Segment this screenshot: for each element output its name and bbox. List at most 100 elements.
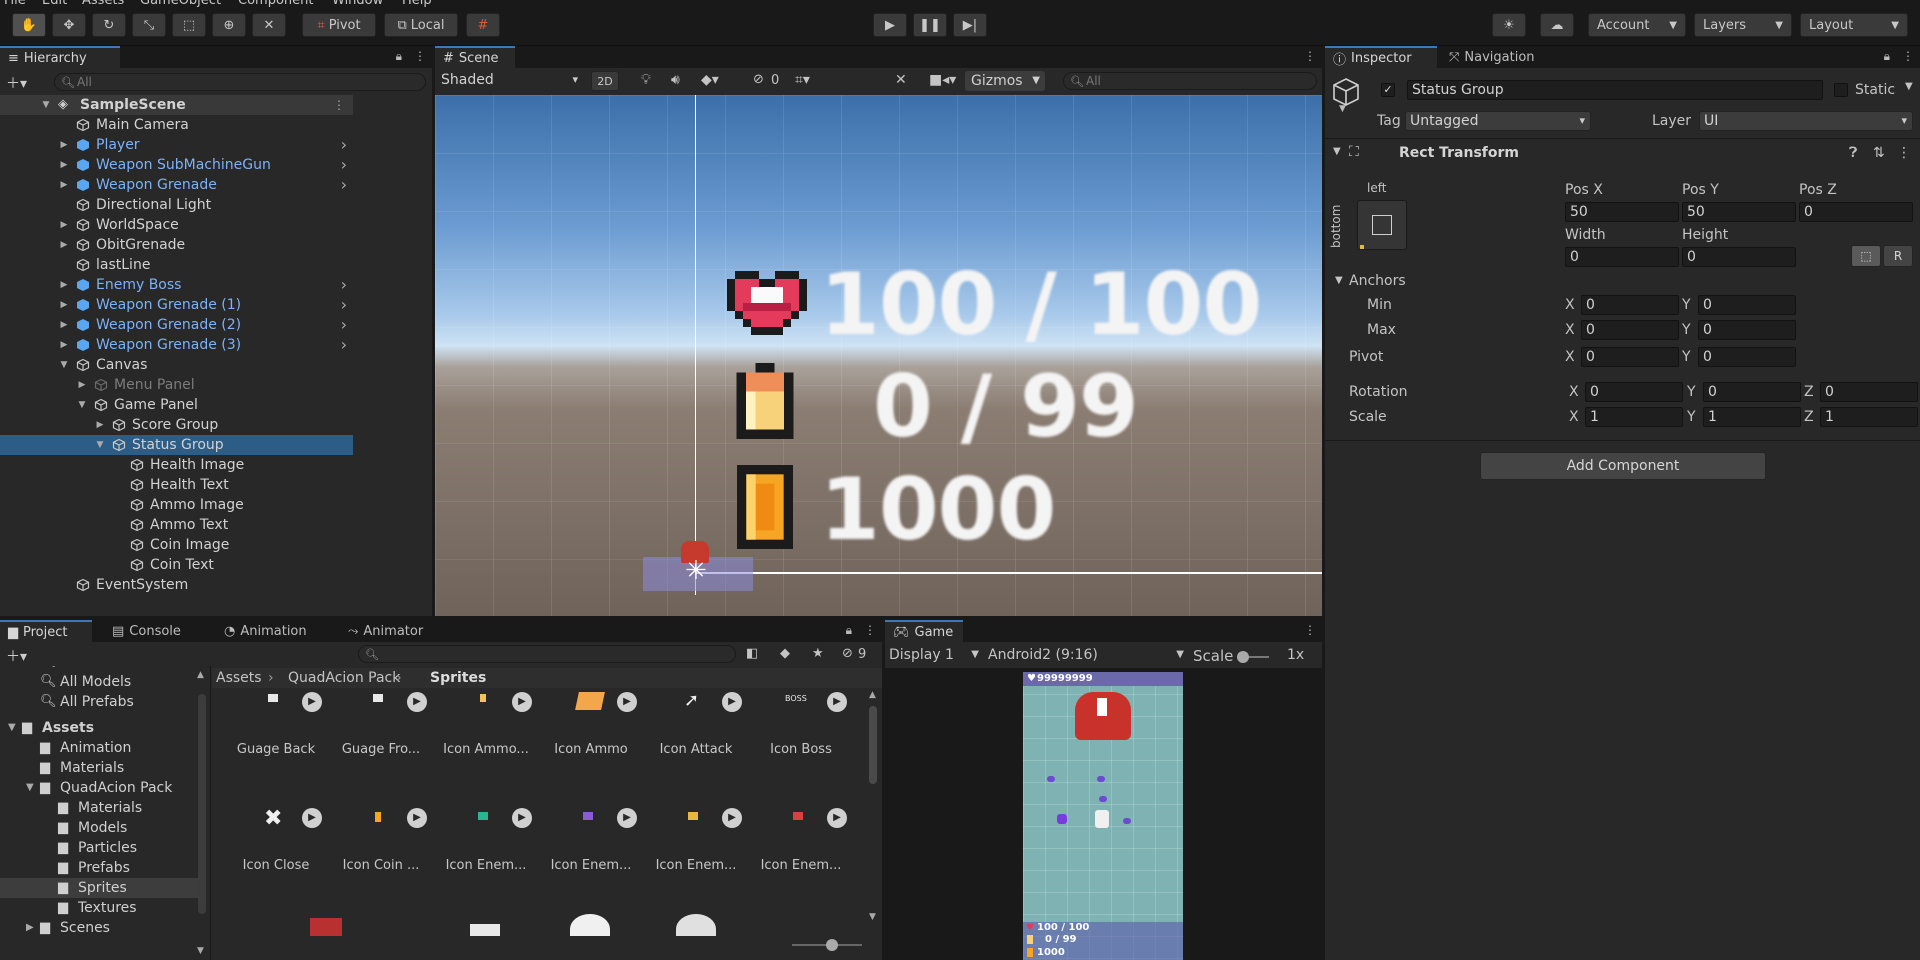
tab-navigation[interactable]: ⤧ Navigation — [1441, 46, 1561, 68]
transform-tool-button[interactable]: ⊕ — [212, 13, 246, 37]
active-checkbox[interactable]: ✓ — [1381, 83, 1395, 97]
collapse-arrow-icon[interactable]: ▶ — [58, 175, 70, 195]
play-icon[interactable]: ▶ — [617, 808, 637, 828]
rotation-y-field[interactable]: 0 — [1703, 382, 1801, 402]
tools-icon[interactable]: ✕ — [895, 72, 907, 88]
project-tree-row[interactable]: ▆ Particles — [0, 838, 200, 858]
rotation-z-field[interactable]: 0 — [1820, 382, 1918, 402]
collapse-arrow-icon[interactable]: ▶ — [58, 295, 70, 315]
asset-item[interactable]: ▶ Icon Enem... — [749, 808, 853, 916]
local-toggle[interactable]: ⧉ Local — [384, 13, 458, 37]
cloud-button[interactable]: ☁ — [1540, 13, 1574, 37]
chevron-down-icon[interactable]: ▼ — [1335, 275, 1343, 286]
expand-arrow-icon[interactable]: ▼ — [40, 95, 52, 115]
tab-animation[interactable]: ◔ Animation — [216, 620, 320, 642]
hierarchy-row[interactable]: ▶ Weapon Grenade (2) › — [0, 315, 353, 335]
play-icon[interactable]: ▶ — [407, 808, 427, 828]
scroll-up-icon[interactable]: ▲ — [197, 670, 204, 680]
hand-tool-button[interactable]: ✋ — [12, 13, 46, 37]
collapse-arrow-icon[interactable]: ▶ — [58, 335, 70, 355]
create-button[interactable]: ＋▾ — [6, 73, 27, 93]
hierarchy-search-input[interactable]: 🔍︎ All — [54, 73, 426, 91]
collapse-arrow-icon[interactable]: ▶ — [26, 918, 34, 938]
grid-snap-button[interactable]: # — [466, 13, 500, 37]
project-tree-row[interactable]: ▆ Materials — [0, 758, 200, 778]
height-field[interactable]: 0 — [1682, 247, 1796, 267]
tab-scene[interactable]: # Scene — [435, 46, 515, 68]
collapse-arrow-icon[interactable]: ▶ — [58, 275, 70, 295]
anchor-max-x-field[interactable]: 0 — [1581, 320, 1679, 340]
kebab-menu-icon[interactable]: ⋮ — [414, 49, 426, 64]
menu-gameobject[interactable]: GameObject — [140, 0, 221, 8]
asset-item[interactable]: ▶ Icon Coin ... — [329, 808, 433, 916]
hierarchy-row[interactable]: ▶ Weapon Grenade (3) › — [0, 335, 353, 355]
account-dropdown[interactable]: Account ▼ — [1588, 13, 1686, 37]
project-tree-row[interactable]: ▆ Materials — [0, 798, 200, 818]
project-tree-row[interactable]: 🔍︎ All Prefabs — [0, 692, 200, 712]
width-field[interactable]: 0 — [1565, 247, 1679, 267]
tag-dropdown[interactable]: Untagged — [1405, 111, 1591, 131]
play-icon[interactable]: ▶ — [512, 808, 532, 828]
chevron-right-icon[interactable]: › — [341, 315, 347, 335]
collapse-arrow-icon[interactable]: ▶ — [94, 415, 106, 435]
asset-item[interactable]: ➚ ▶ Icon Attack — [644, 692, 748, 800]
kebab-menu-icon[interactable]: ⋮ — [1897, 145, 1911, 161]
lock-icon[interactable]: 🔒︎ — [1884, 49, 1890, 64]
play-icon[interactable]: ▶ — [827, 692, 847, 712]
pos-x-field[interactable]: 50 — [1565, 202, 1679, 222]
scene-viewport[interactable]: 100 / 100 0 / 99 1000 ✳ — [435, 95, 1322, 618]
project-tree-row[interactable]: ▼ ▆ Assets — [0, 718, 200, 738]
play-icon[interactable]: ▶ — [827, 808, 847, 828]
menu-assets[interactable]: Assets — [82, 0, 124, 8]
chevron-down-icon[interactable]: ▼ — [1905, 81, 1913, 92]
expand-arrow-icon[interactable]: ▼ — [94, 435, 106, 455]
expand-arrow-icon[interactable]: ▼ — [26, 778, 34, 798]
kebab-menu-icon[interactable]: ⋮ — [333, 95, 345, 115]
expand-arrow-icon[interactable]: ▼ — [58, 355, 70, 375]
hierarchy-row[interactable]: ▶ Enemy Boss › — [0, 275, 353, 295]
thumbnail-size-slider[interactable] — [792, 939, 862, 951]
asset-item[interactable]: ✖ ▶ Icon Close — [224, 808, 328, 916]
object-name-field[interactable]: Status Group — [1407, 80, 1823, 100]
scroll-thumb[interactable] — [869, 706, 877, 784]
menu-file[interactable]: File — [4, 0, 26, 8]
asset-item[interactable]: BOSS ▶ Icon Boss — [749, 692, 853, 800]
hierarchy-row[interactable]: ▶ WorldSpace — [0, 215, 353, 235]
camera-icon[interactable]: ■◂▾ — [929, 72, 956, 88]
play-button[interactable]: ▶ — [873, 13, 907, 37]
breadcrumb-assets[interactable]: Assets — [216, 668, 262, 688]
favorite-star-icon[interactable]: ★ — [812, 646, 824, 661]
aspect-dropdown[interactable]: Android2 (9:16) ▼ — [988, 645, 1188, 665]
play-icon[interactable]: ▶ — [722, 808, 742, 828]
pivot-y-field[interactable]: 0 — [1698, 347, 1796, 367]
menu-window[interactable]: Window — [332, 0, 383, 8]
chevron-right-icon[interactable]: › — [341, 275, 347, 295]
hierarchy-row[interactable]: lastLine — [0, 255, 353, 275]
hierarchy-row[interactable]: ▼ Status Group — [0, 435, 353, 455]
asset-item[interactable]: ▶ Guage Fro... — [329, 692, 433, 800]
tab-hierarchy[interactable]: ≡ Hierarchy — [0, 46, 120, 68]
add-component-button[interactable]: Add Component — [1480, 452, 1766, 480]
hidden-packages-icon[interactable]: ⊘ — [842, 646, 853, 661]
kebab-menu-icon[interactable]: ⋮ — [864, 623, 876, 638]
asset-item[interactable]: ▶ Icon Enem... — [434, 808, 538, 916]
anchor-max-y-field[interactable]: 0 — [1698, 320, 1796, 340]
pos-z-field[interactable]: 0 — [1799, 202, 1913, 222]
step-button[interactable]: ▶| — [953, 13, 987, 37]
label-icon[interactable]: ◆ — [780, 646, 790, 661]
scale-tool-button[interactable]: ⤡ — [132, 13, 166, 37]
asset-item[interactable]: ▶ Icon Enem... — [539, 808, 643, 916]
create-asset-button[interactable]: ＋▾ — [6, 646, 27, 666]
asset-grid-scrollbar[interactable]: ▲ ▼ — [868, 690, 878, 926]
pivot-gizmo-icon[interactable]: ✳ — [685, 558, 707, 584]
static-checkbox[interactable] — [1834, 83, 1848, 97]
lock-icon[interactable]: 🔒︎ — [846, 623, 852, 638]
project-tree-row[interactable]: 🔍︎ All Models — [0, 672, 200, 692]
hierarchy-row[interactable]: ▼ Canvas — [0, 355, 353, 375]
menu-edit[interactable]: Edit — [42, 0, 67, 8]
hierarchy-row[interactable]: ▶ Weapon SubMachineGun › — [0, 155, 353, 175]
kebab-menu-icon[interactable]: ⋮ — [1304, 49, 1316, 63]
collapse-arrow-icon[interactable]: ▶ — [76, 375, 88, 395]
hierarchy-row[interactable]: Directional Light — [0, 195, 353, 215]
tab-game[interactable]: 🎮︎ Game — [885, 620, 963, 642]
